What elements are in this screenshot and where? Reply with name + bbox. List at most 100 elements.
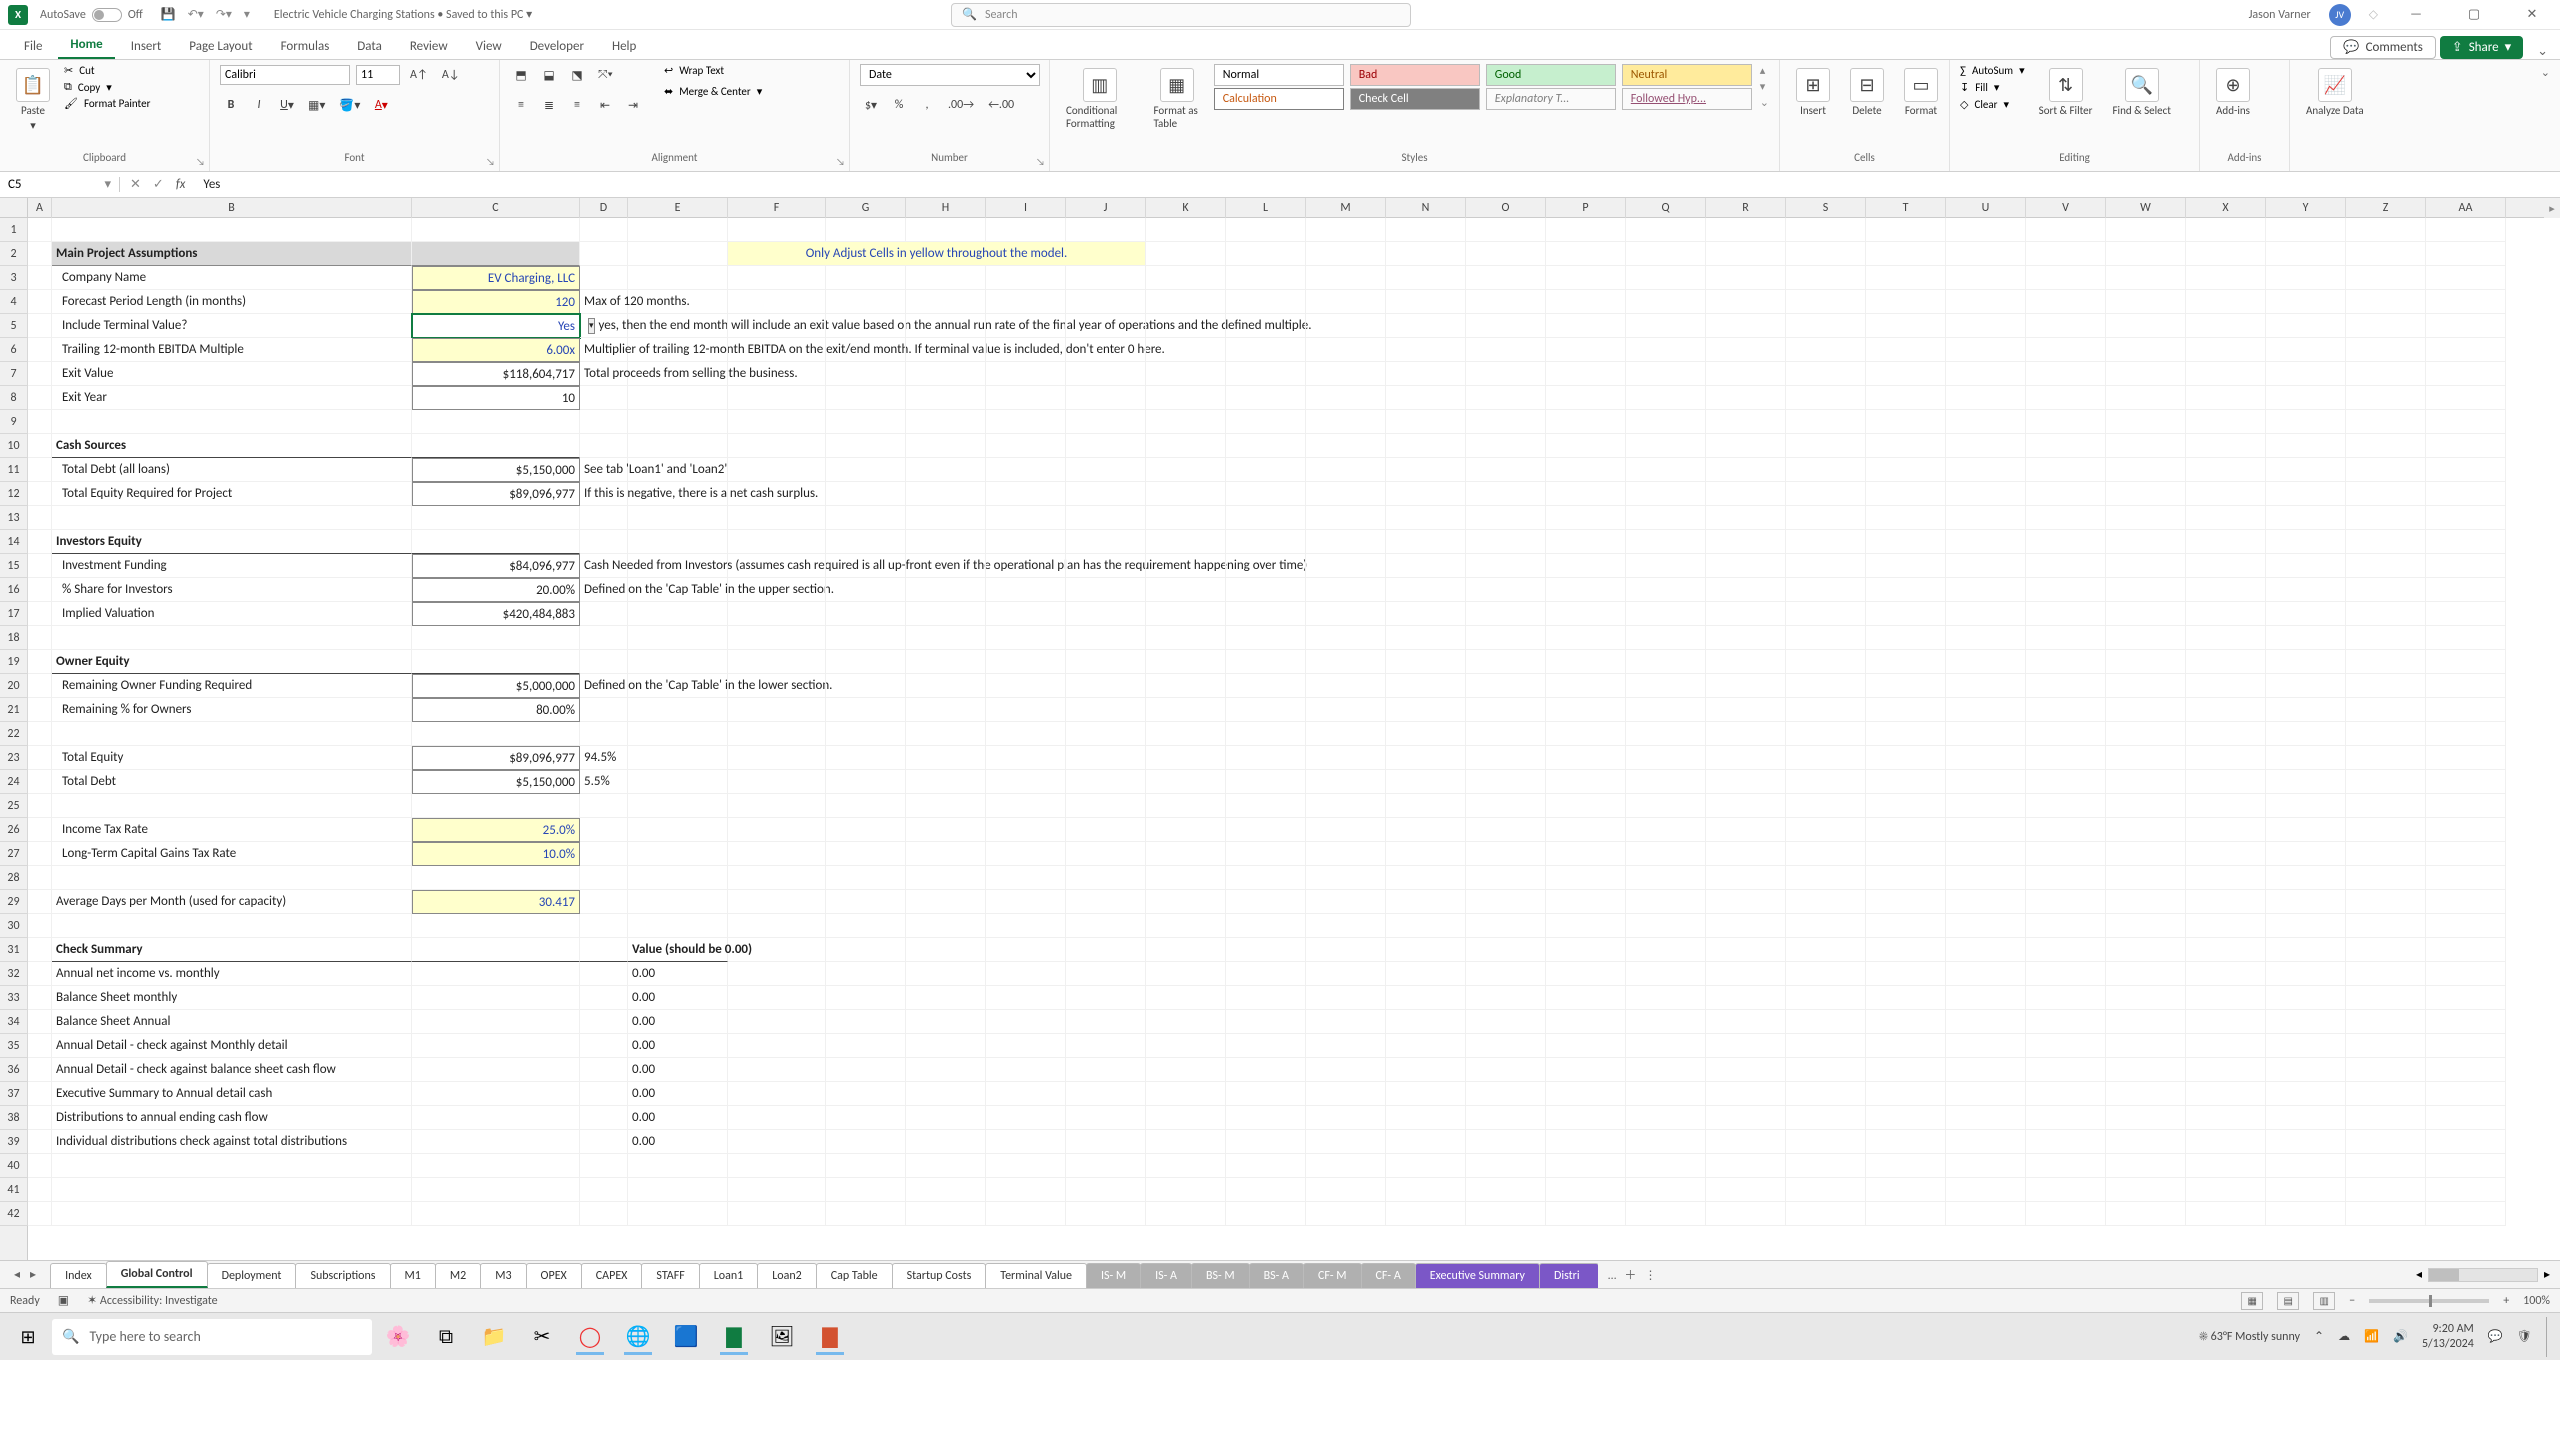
cell[interactable]	[2186, 1082, 2266, 1106]
cell[interactable]	[1866, 746, 1946, 770]
cell[interactable]	[2346, 1058, 2426, 1082]
cell[interactable]	[2186, 794, 2266, 818]
cell[interactable]	[2266, 506, 2346, 530]
cell[interactable]	[2346, 482, 2426, 506]
row-header-41[interactable]: 41	[0, 1178, 28, 1202]
sheet-tab-cf-m[interactable]: CF- M	[1303, 1263, 1362, 1288]
cell[interactable]	[1866, 410, 1946, 434]
row-header-19[interactable]: 19	[0, 650, 28, 674]
cell[interactable]	[412, 962, 580, 986]
cell[interactable]	[1626, 506, 1706, 530]
cell[interactable]	[628, 1178, 728, 1202]
cell[interactable]	[728, 1202, 826, 1226]
cell[interactable]	[728, 1034, 826, 1058]
cell[interactable]	[1386, 818, 1466, 842]
task-view-icon[interactable]: ⧉	[424, 1317, 468, 1357]
cell[interactable]	[728, 794, 826, 818]
cell[interactable]	[52, 866, 412, 890]
cell[interactable]	[2106, 890, 2186, 914]
sheet-tab-staff[interactable]: STAFF	[641, 1263, 699, 1288]
cell[interactable]	[1386, 1130, 1466, 1154]
cell[interactable]	[1706, 842, 1786, 866]
cell[interactable]	[1226, 866, 1306, 890]
cell[interactable]	[1146, 746, 1226, 770]
cell[interactable]	[826, 674, 906, 698]
cell[interactable]	[1466, 698, 1546, 722]
cell[interactable]	[412, 1178, 580, 1202]
cell[interactable]	[1946, 218, 2026, 242]
cell[interactable]	[1386, 674, 1466, 698]
cell[interactable]	[728, 338, 826, 362]
cell[interactable]	[1626, 986, 1706, 1010]
cell[interactable]	[412, 914, 580, 938]
cell[interactable]	[906, 602, 986, 626]
cell[interactable]	[1626, 458, 1706, 482]
cell[interactable]	[1466, 506, 1546, 530]
sheet-tabs-menu-icon[interactable]: ⋮	[1645, 1269, 1657, 1283]
cell[interactable]	[1306, 674, 1386, 698]
cell[interactable]	[1546, 578, 1626, 602]
cell[interactable]	[1386, 458, 1466, 482]
cell[interactable]	[1146, 1130, 1226, 1154]
cell[interactable]	[1146, 386, 1226, 410]
cell[interactable]	[580, 1130, 628, 1154]
cell[interactable]	[580, 1106, 628, 1130]
window-minimize-icon[interactable]: —	[2396, 7, 2436, 22]
cell[interactable]	[1706, 938, 1786, 962]
row-header-22[interactable]: 22	[0, 722, 28, 746]
cell[interactable]	[2266, 914, 2346, 938]
fill-button[interactable]: ↧Fill▾	[1960, 81, 2025, 94]
cell[interactable]	[1146, 938, 1226, 962]
cell[interactable]	[2266, 842, 2346, 866]
cell[interactable]	[1546, 458, 1626, 482]
cell[interactable]	[2426, 746, 2506, 770]
col-header-X[interactable]: X	[2186, 198, 2266, 218]
cell[interactable]	[1546, 962, 1626, 986]
tab-developer[interactable]: Developer	[518, 33, 596, 59]
row-header-6[interactable]: 6	[0, 338, 28, 362]
cell[interactable]	[2106, 266, 2186, 290]
cell[interactable]	[1466, 890, 1546, 914]
cell[interactable]	[2346, 410, 2426, 434]
cell[interactable]	[2026, 842, 2106, 866]
cell[interactable]	[2266, 674, 2346, 698]
cell[interactable]	[1946, 434, 2026, 458]
col-header-T[interactable]: T	[1866, 198, 1946, 218]
sheet-tab-subscriptions[interactable]: Subscriptions	[295, 1263, 390, 1288]
cell[interactable]	[728, 482, 826, 506]
cell[interactable]	[1386, 506, 1466, 530]
cell[interactable]	[2026, 794, 2106, 818]
cell[interactable]: See tab 'Loan1' and 'Loan2'	[580, 458, 628, 482]
cell[interactable]	[1306, 218, 1386, 242]
cell[interactable]	[412, 866, 580, 890]
cell[interactable]	[1066, 722, 1146, 746]
cell[interactable]	[2026, 1058, 2106, 1082]
cell[interactable]	[1466, 674, 1546, 698]
cell[interactable]	[2346, 362, 2426, 386]
cell[interactable]	[2346, 818, 2426, 842]
cell[interactable]	[28, 866, 52, 890]
cell[interactable]	[28, 794, 52, 818]
cell[interactable]	[826, 290, 906, 314]
cell[interactable]	[580, 818, 628, 842]
alignment-launcher-icon[interactable]: ↘	[836, 155, 845, 168]
cell[interactable]	[28, 890, 52, 914]
cell[interactable]	[1066, 410, 1146, 434]
cell[interactable]	[1866, 218, 1946, 242]
cell[interactable]	[2106, 698, 2186, 722]
row-header-28[interactable]: 28	[0, 866, 28, 890]
cell[interactable]	[2266, 386, 2346, 410]
cell[interactable]	[1466, 794, 1546, 818]
cell[interactable]	[1626, 1202, 1706, 1226]
cell[interactable]	[1546, 362, 1626, 386]
cell[interactable]	[1866, 362, 1946, 386]
cell[interactable]	[906, 458, 986, 482]
cell[interactable]	[1146, 842, 1226, 866]
formula-cancel-icon[interactable]: ✕	[130, 177, 141, 192]
cell[interactable]	[1946, 1034, 2026, 1058]
cell[interactable]	[2186, 698, 2266, 722]
cell[interactable]	[52, 1202, 412, 1226]
spreadsheet-grid[interactable]: 1234567891011121314151617181920212223242…	[0, 198, 2560, 1260]
cell[interactable]	[580, 986, 628, 1010]
increase-decimal-icon[interactable]: .00→	[944, 94, 978, 116]
